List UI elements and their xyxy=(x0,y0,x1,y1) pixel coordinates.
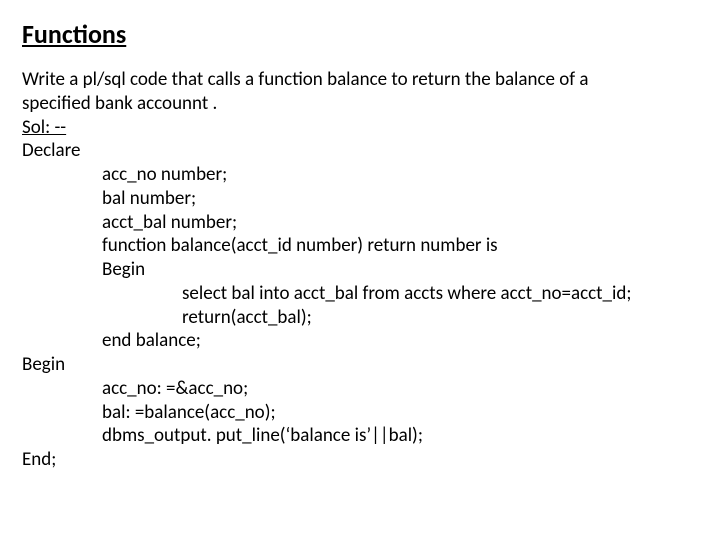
code-line: dbms_output. put_line(‘balance is’||bal)… xyxy=(22,424,698,448)
code-line: select bal into acct_bal from accts wher… xyxy=(22,282,698,306)
code-line: acc_no: =&acc_no; xyxy=(22,377,698,401)
content-body: Write a pl/sql code that calls a functio… xyxy=(22,68,698,472)
code-line: bal number; xyxy=(22,187,698,211)
document-page: Functions Write a pl/sql code that calls… xyxy=(0,0,720,490)
prompt-line-1: Write a pl/sql code that calls a functio… xyxy=(22,68,698,92)
code-declare: Declare xyxy=(22,139,698,163)
code-line: acct_bal number; xyxy=(22,211,698,235)
page-title: Functions xyxy=(22,18,698,50)
code-line: Begin xyxy=(22,258,698,282)
code-line: acc_no number; xyxy=(22,163,698,187)
code-end: End; xyxy=(22,448,698,472)
solution-label: Sol: -- xyxy=(22,116,698,140)
code-line: function balance(acct_id number) return … xyxy=(22,234,698,258)
code-line: bal: =balance(acc_no); xyxy=(22,401,698,425)
code-begin: Begin xyxy=(22,353,698,377)
prompt-line-2: specified bank accounnt . xyxy=(22,92,698,116)
code-line: end balance; xyxy=(22,329,698,353)
code-line: return(acct_bal); xyxy=(22,306,698,330)
